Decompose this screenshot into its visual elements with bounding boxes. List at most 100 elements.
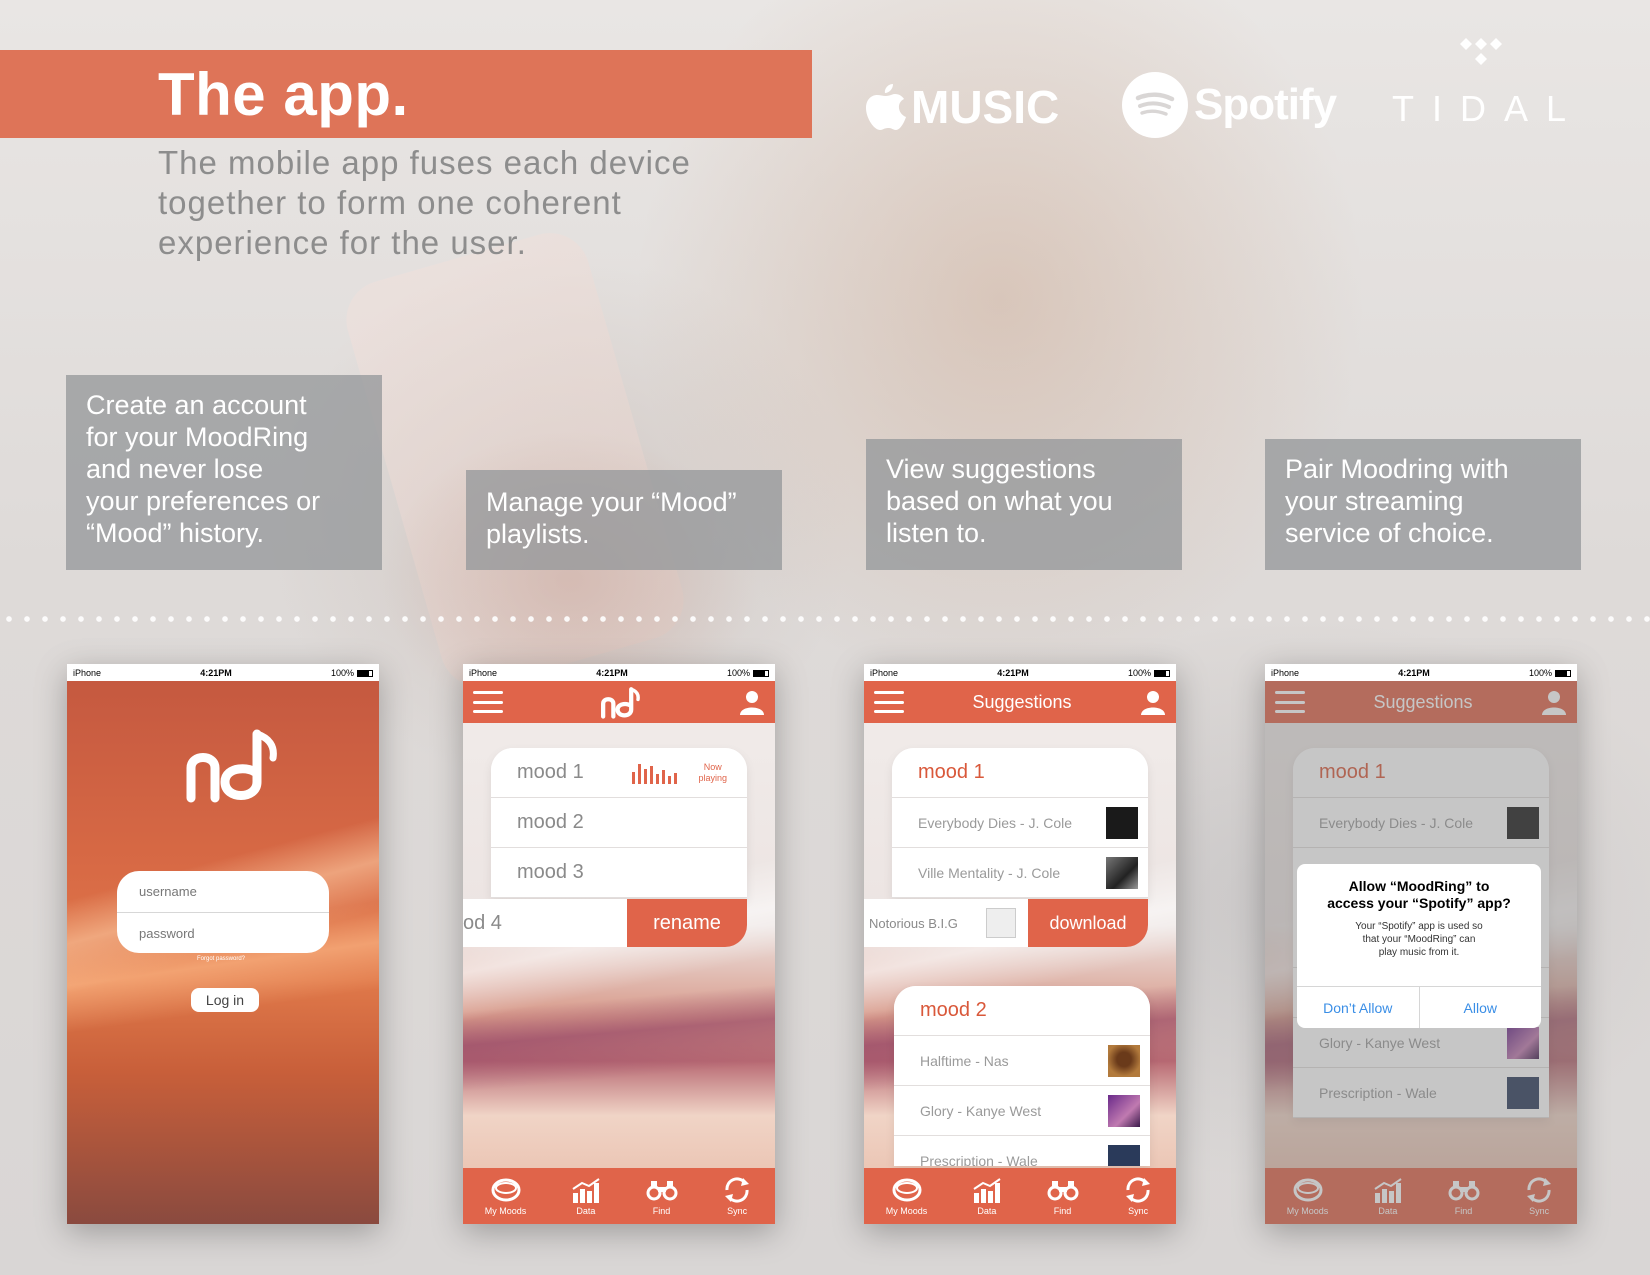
tab-label: Sync bbox=[1128, 1205, 1149, 1216]
suggestion-group: mood 2 Halftime - Nas Glory - Kanye West… bbox=[894, 986, 1150, 1166]
song-title: Ville Mentality - J. Cole bbox=[918, 864, 1061, 881]
status-time: 4:21PM bbox=[596, 667, 628, 678]
status-carrier: iPhone bbox=[1271, 667, 1300, 678]
menu-icon[interactable] bbox=[473, 691, 503, 713]
dont-allow-button[interactable]: Don’t Allow bbox=[1297, 987, 1419, 1028]
tab-label: Data bbox=[977, 1205, 997, 1216]
app-bar: Suggestions bbox=[864, 681, 1176, 723]
tidal-text: TIDAL bbox=[1392, 88, 1585, 129]
phone-pairing: iPhone 4:21PM 100% Suggestions mood 1 Ev… bbox=[1265, 664, 1577, 1224]
tab-label: Find bbox=[1053, 1205, 1072, 1216]
song-title: Everybody Dies - J. Cole bbox=[918, 814, 1073, 831]
status-battery: 100% bbox=[331, 668, 373, 678]
spotify-text: Spotify bbox=[1194, 80, 1337, 129]
mood-label: od 4 bbox=[463, 899, 627, 947]
forgot-password-link[interactable]: Forgot password? bbox=[197, 956, 245, 962]
ring-icon bbox=[892, 1178, 922, 1201]
mood-item[interactable]: mood 1 Now playing bbox=[491, 748, 747, 798]
mood-item-swiped[interactable]: od 4 rename bbox=[463, 899, 747, 947]
bar-chart-icon bbox=[572, 1177, 600, 1203]
song-swiped: Notorious B.I.G bbox=[864, 899, 1028, 947]
ring-icon bbox=[491, 1178, 521, 1201]
caption-pairing: Pair Moodring with your streaming servic… bbox=[1265, 439, 1581, 570]
bar-chart-icon bbox=[973, 1177, 1001, 1203]
download-button[interactable]: download bbox=[1028, 899, 1148, 947]
status-bar: iPhone 4:21PM 100% bbox=[67, 664, 379, 681]
moodring-logo bbox=[186, 729, 277, 803]
song-item[interactable]: Everybody Dies - J. Cole bbox=[892, 798, 1148, 848]
tab-label: My Moods bbox=[885, 1205, 928, 1216]
song-title: Notorious B.I.G bbox=[869, 915, 958, 931]
group-header: mood 2 bbox=[894, 986, 1150, 1036]
login-form: username password bbox=[117, 871, 329, 953]
group-title: mood 2 bbox=[920, 999, 987, 1021]
suggestion-group: mood 1 Everybody Dies - J. Cole Ville Me… bbox=[892, 748, 1148, 898]
album-art bbox=[1108, 1144, 1140, 1166]
mood-item[interactable]: mood 2 bbox=[491, 798, 747, 848]
album-art bbox=[1106, 806, 1138, 839]
page-subtitle: The mobile app fuses each device togethe… bbox=[158, 144, 691, 261]
song-item-swiped[interactable]: Notorious B.I.G download bbox=[864, 899, 1148, 947]
tab-bar: My Moods Data Find Sync bbox=[463, 1168, 775, 1224]
mood-label: mood 2 bbox=[517, 811, 584, 833]
album-art bbox=[1108, 1044, 1140, 1077]
song-title: Prescription - Wale bbox=[920, 1152, 1038, 1167]
caption-playlists: Manage your “Mood” playlists. bbox=[466, 470, 782, 570]
dotted-divider bbox=[0, 616, 1650, 622]
apple-icon bbox=[866, 84, 906, 130]
mood-label: mood 1 bbox=[517, 761, 584, 783]
battery-icon bbox=[356, 669, 373, 677]
dialog-title: Allow “MoodRing” to access your “Spotify… bbox=[1327, 878, 1511, 911]
sync-icon bbox=[725, 1176, 750, 1203]
status-time: 4:21PM bbox=[997, 667, 1029, 678]
battery-icon bbox=[752, 669, 769, 677]
status-bar: iPhone 4:21PM 100% bbox=[1265, 664, 1577, 681]
password-input[interactable]: password bbox=[117, 912, 329, 953]
menu-icon[interactable] bbox=[874, 691, 904, 713]
status-carrier: iPhone bbox=[469, 667, 498, 678]
tidal-icon bbox=[1460, 38, 1502, 65]
caption-account: Create an account for your MoodRing and … bbox=[66, 375, 382, 570]
group-header: mood 1 bbox=[892, 748, 1148, 798]
tab-data[interactable]: Data bbox=[570, 1177, 602, 1216]
dialog-buttons: Don’t Allow Allow bbox=[1297, 986, 1541, 1028]
binoculars-icon bbox=[646, 1180, 678, 1200]
song-item[interactable]: Halftime - Nas bbox=[894, 1036, 1150, 1086]
status-battery: 100% bbox=[1529, 668, 1571, 678]
battery-icon bbox=[1153, 669, 1170, 677]
tab-data[interactable]: Data bbox=[971, 1177, 1003, 1216]
allow-button[interactable]: Allow bbox=[1418, 987, 1542, 1028]
tab-find[interactable]: Find bbox=[1047, 1177, 1079, 1216]
tab-label: Find bbox=[652, 1205, 671, 1216]
tab-sync[interactable]: Sync bbox=[721, 1176, 753, 1216]
equalizer-icon bbox=[632, 764, 677, 784]
status-carrier: iPhone bbox=[73, 667, 102, 678]
rename-button[interactable]: rename bbox=[627, 899, 747, 947]
status-carrier: iPhone bbox=[870, 667, 899, 678]
song-item[interactable]: Ville Mentality - J. Cole bbox=[892, 848, 1148, 898]
login-button[interactable]: Log in bbox=[191, 988, 259, 1012]
phone-suggestions: iPhone 4:21PM 100% Suggestions mood 1 Ev… bbox=[864, 664, 1176, 1224]
spotify-icon bbox=[1122, 72, 1188, 138]
group-title: mood 1 bbox=[918, 761, 985, 783]
tab-my-moods[interactable]: My Moods bbox=[885, 1177, 928, 1216]
tab-find[interactable]: Find bbox=[646, 1177, 678, 1216]
caption-suggestions: View suggestions based on what you liste… bbox=[866, 439, 1182, 570]
tab-sync[interactable]: Sync bbox=[1122, 1176, 1154, 1216]
profile-icon[interactable] bbox=[1140, 689, 1166, 715]
tab-bar: My Moods Data Find Sync bbox=[864, 1168, 1176, 1224]
moodring-logo-small bbox=[601, 687, 640, 719]
status-bar: iPhone 4:21PM 100% bbox=[864, 664, 1176, 681]
phone-login: iPhone 4:21PM 100% username password For… bbox=[67, 664, 379, 1224]
profile-icon[interactable] bbox=[739, 689, 765, 715]
username-input[interactable]: username bbox=[117, 871, 329, 912]
screen-title: Suggestions bbox=[972, 691, 1072, 712]
status-bar: iPhone 4:21PM 100% bbox=[463, 664, 775, 681]
tab-my-moods[interactable]: My Moods bbox=[485, 1177, 526, 1216]
mood-item[interactable]: mood 3 bbox=[491, 848, 747, 898]
song-item[interactable]: Glory - Kanye West bbox=[894, 1086, 1150, 1136]
status-battery: 100% bbox=[727, 668, 769, 678]
song-item[interactable]: Prescription - Wale bbox=[894, 1136, 1150, 1166]
apple-music-text: MUSIC bbox=[911, 81, 1060, 133]
album-art bbox=[1108, 1094, 1140, 1127]
